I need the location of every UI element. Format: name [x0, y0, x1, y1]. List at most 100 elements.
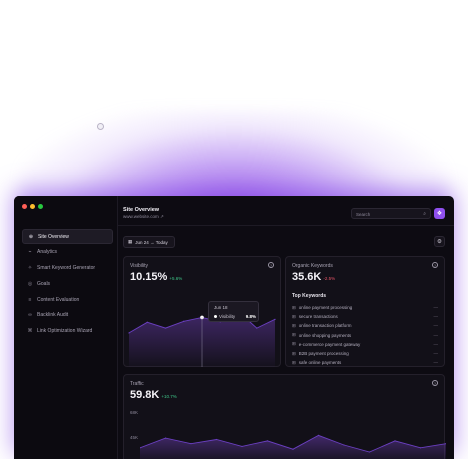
search-input[interactable]: Search ⌕: [351, 208, 431, 219]
keyword-row[interactable]: ⊞ B2B payment processing —: [292, 349, 438, 358]
globe-icon: ⊕: [28, 233, 34, 240]
top-keywords-list: ⊞ online payment processing — ⊞ secure trans…: [292, 303, 438, 367]
data-point[interactable]: [146, 321, 148, 323]
data-point[interactable]: [292, 448, 294, 450]
keyword-metric: —: [433, 314, 439, 320]
maximize-window-button[interactable]: [38, 204, 43, 209]
target-icon: ◎: [27, 280, 33, 287]
minimize-window-button[interactable]: [30, 204, 35, 209]
close-window-button[interactable]: [22, 204, 27, 209]
sparkle-icon: ✧: [27, 265, 33, 272]
keyword-row[interactable]: ⊞ online shopping payments —: [292, 331, 438, 340]
document-icon: ≡: [28, 296, 32, 303]
chart-icon: ⌁: [28, 249, 32, 256]
data-point[interactable]: [183, 320, 185, 322]
keyword-icon: ⊞: [292, 359, 296, 365]
keyword-metric: —: [433, 341, 439, 347]
sidebar-item-backlink-audit[interactable]: ∞ Backlink Audit: [22, 308, 113, 323]
keyword-row[interactable]: ⊞ safe online payments —: [292, 358, 438, 367]
keyword-text: e-commerce payment gateway: [298, 341, 361, 347]
date-range-button[interactable]: ▦ Jun 24 → Today: [123, 236, 175, 248]
help-icon[interactable]: ?: [268, 262, 274, 268]
card-label: Organic Keywords: [292, 263, 333, 269]
tooltip-series: Visibility: [219, 314, 236, 319]
sidebar-item-label: Backlink Audit: [37, 312, 69, 319]
search-placeholder: Search: [356, 211, 371, 217]
card-label: Traffic: [130, 381, 144, 387]
delta-badge: -2.5%: [323, 276, 336, 281]
keyword-metric: —: [433, 332, 439, 338]
keyword-text: B2B payment processing: [298, 351, 349, 357]
help-icon[interactable]: ?: [432, 380, 438, 386]
visibility-card: Visibility ? 10.15% +5.6% Jun 18 Visibili…: [123, 256, 281, 367]
keyword-text: online transaction platform: [298, 323, 352, 329]
data-point[interactable]: [343, 444, 345, 446]
data-point[interactable]: [419, 447, 422, 449]
window-controls: [22, 204, 43, 209]
y-tick-label: 68K: [130, 410, 139, 415]
search-icon: ⌕: [423, 211, 426, 217]
tooltip-value: 9.8%: [245, 314, 256, 319]
keyword-metric: —: [433, 360, 439, 366]
keyword-text: online shopping payments: [298, 332, 352, 338]
metric-value: 35.6K: [292, 271, 322, 283]
settings-button[interactable]: ⚙: [434, 236, 445, 247]
organic-keywords-card: Organic Keywords ? 35.6K -2.5% Top Keywor…: [285, 256, 445, 367]
metric-value: 10.15%: [130, 271, 168, 283]
app-window: ⊕ Site Overview ⌁ Analytics ✧ Smart Keyword G…: [14, 196, 454, 459]
data-point[interactable]: [128, 332, 130, 334]
data-point[interactable]: [266, 440, 269, 442]
keyword-text: secure transactions: [298, 314, 338, 320]
data-point[interactable]: [368, 451, 371, 453]
wand-icon: ⌘: [27, 328, 33, 335]
keywords-value: 35.6K -2.5%: [292, 271, 335, 283]
sidebar-item-label: Site Overview: [38, 233, 69, 240]
main-content: Site Overview www.website.com ↗ Search ⌕…: [118, 196, 454, 459]
delta-badge: +5.6%: [169, 276, 183, 281]
tooltip-date: Jun 18: [214, 305, 228, 310]
series-area: [140, 435, 446, 459]
sidebar-item-analytics[interactable]: ⌁ Analytics: [22, 245, 113, 260]
top-bar: Site Overview www.website.com ↗ Search ⌕…: [118, 196, 454, 226]
sidebar-item-smart-keyword-generator[interactable]: ✧ Smart Keyword Generator: [22, 261, 113, 276]
sidebar: ⊕ Site Overview ⌁ Analytics ✧ Smart Keyword G…: [14, 196, 118, 459]
data-point[interactable]: [241, 445, 243, 448]
data-point[interactable]: [394, 440, 396, 442]
top-keywords-title: Top Keywords: [292, 293, 327, 299]
keyword-metric: —: [433, 305, 439, 311]
keyword-metric: —: [433, 323, 439, 329]
sidebar-item-label: Link Optimization Wizard: [37, 328, 93, 335]
metric-value: 59.8K: [130, 389, 160, 401]
traffic-value: 59.8K +10.7%: [130, 389, 177, 401]
data-point[interactable]: [164, 327, 167, 329]
data-point[interactable]: [164, 437, 167, 439]
data-point[interactable]: [190, 443, 192, 445]
chart-tooltip: Jun 18 Visibility 9.8%: [208, 301, 259, 322]
keyword-text: safe online payments: [298, 360, 342, 366]
keyword-icon: ⊞: [292, 313, 296, 319]
sidebar-item-label: Smart Keyword Generator: [37, 265, 96, 272]
sidebar-item-site-overview[interactable]: ⊕ Site Overview: [22, 229, 113, 244]
keyword-icon: ⊞: [292, 341, 296, 347]
date-range-label: Jun 24 → Today: [135, 239, 168, 245]
keyword-row[interactable]: ⊞ secure transactions —: [292, 312, 438, 321]
site-url[interactable]: www.website.com ↗: [123, 214, 164, 220]
keyword-row[interactable]: ⊞ e-commerce payment gateway —: [292, 340, 438, 349]
data-point[interactable]: [215, 438, 218, 441]
keyword-row[interactable]: ⊞ online payment processing —: [292, 303, 438, 312]
help-icon[interactable]: ?: [432, 262, 438, 268]
site-url-text: www.website.com: [123, 214, 159, 219]
page-title: Site Overview: [123, 207, 160, 213]
gear-icon: ⚙: [437, 238, 442, 245]
data-point[interactable]: [317, 434, 320, 436]
keyword-icon: ⊞: [292, 304, 296, 310]
traffic-card: Traffic ? 59.8K +10.7% 68K 45K: [123, 374, 446, 459]
traffic-chart[interactable]: [140, 403, 446, 459]
sidebar-item-content-evaluation[interactable]: ≡ Content Evaluation: [22, 292, 113, 307]
sidebar-item-link-optimization-wizard[interactable]: ⌘ Link Optimization Wizard: [22, 324, 113, 339]
data-point[interactable]: [274, 318, 276, 320]
sidebar-item-goals[interactable]: ◎ Goals: [22, 276, 113, 291]
data-point[interactable]: [256, 327, 258, 329]
keyword-row[interactable]: ⊞ online transaction platform —: [292, 321, 438, 330]
app-logo-icon[interactable]: ❖: [434, 208, 445, 219]
